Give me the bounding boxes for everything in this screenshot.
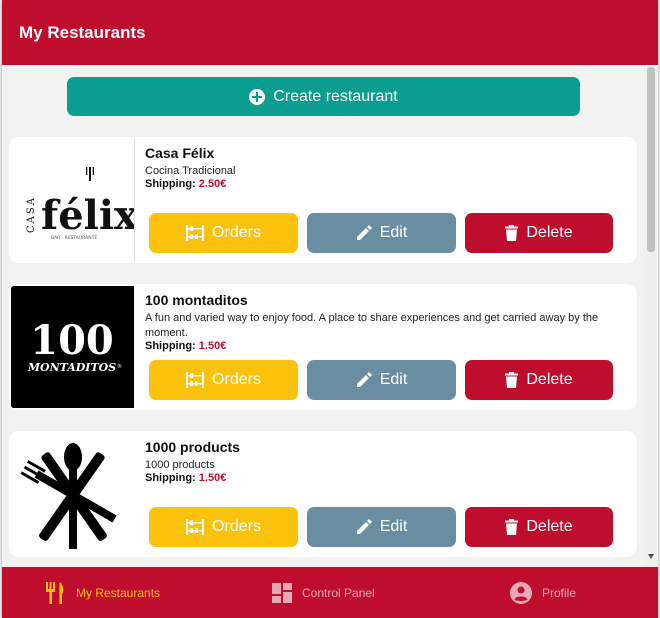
bottom-tab-bar: My Restaurants Control Panel Profile bbox=[2, 567, 658, 618]
svg-text:BAR · RESTAURANTE: BAR · RESTAURANTE bbox=[51, 235, 97, 241]
delete-label: Delete bbox=[526, 371, 573, 388]
shipping-cost: Shipping: 1.50€ bbox=[145, 340, 226, 352]
orders-label: Orders bbox=[212, 371, 261, 388]
shipping-price: 1.50€ bbox=[198, 472, 227, 484]
trash-icon bbox=[505, 225, 519, 241]
scrollbar-thumb[interactable] bbox=[647, 67, 655, 252]
shipping-cost: Shipping: 2.50€ bbox=[145, 178, 226, 190]
restaurant-logo bbox=[11, 433, 134, 555]
svg-text:MONTADITOS: MONTADITOS bbox=[27, 361, 116, 374]
svg-text:félix: félix bbox=[41, 192, 134, 239]
100-montaditos-logo: 100 MONTADITOS ® bbox=[11, 286, 134, 408]
trash-icon bbox=[505, 519, 519, 535]
add-circle-icon bbox=[249, 88, 266, 105]
delete-label: Delete bbox=[526, 518, 573, 535]
orders-button[interactable]: Orders bbox=[149, 507, 298, 547]
pencil-icon bbox=[356, 519, 372, 534]
pencil-icon bbox=[356, 225, 372, 240]
account-circle-icon bbox=[510, 581, 532, 604]
tab-my-restaurants[interactable]: My Restaurants bbox=[46, 567, 160, 618]
restaurant-card: 100 MONTADITOS ® 100 montaditos A fun an… bbox=[9, 284, 637, 410]
delete-label: Delete bbox=[526, 224, 573, 241]
restaurant-description: Cocina Tradicional bbox=[145, 165, 236, 177]
restaurant-description: A fun and varied way to enjoy food. A pl… bbox=[145, 312, 599, 339]
app-window: My Restaurants Create restaurant CASA fé… bbox=[2, 0, 658, 618]
orders-button[interactable]: Orders bbox=[149, 213, 298, 253]
tab-control-panel[interactable]: Control Panel bbox=[272, 567, 375, 618]
edit-button[interactable]: Edit bbox=[307, 213, 456, 253]
delete-button[interactable]: Delete bbox=[465, 213, 613, 253]
restaurant-card: 1000 products 1000 products Shipping: 1.… bbox=[9, 431, 637, 557]
restaurant-card: CASA félix BAR · RESTAURANTE Casa Félix … bbox=[9, 137, 637, 263]
abacus-icon bbox=[186, 519, 205, 535]
restaurant-list-content: Create restaurant CASA félix BAR · RESTA… bbox=[2, 65, 658, 567]
edit-label: Edit bbox=[379, 518, 408, 535]
delete-button[interactable]: Delete bbox=[465, 360, 613, 400]
app-header: My Restaurants bbox=[2, 0, 658, 65]
edit-button[interactable]: Edit bbox=[307, 507, 456, 547]
restaurant-logo: 100 MONTADITOS ® bbox=[11, 286, 134, 408]
tab-profile[interactable]: Profile bbox=[510, 567, 576, 618]
scroll-down-arrow-icon[interactable] bbox=[648, 554, 654, 559]
shipping-label: Shipping: bbox=[145, 178, 196, 190]
abacus-icon bbox=[186, 225, 205, 241]
shipping-price: 1.50€ bbox=[198, 340, 227, 352]
create-restaurant-label: Create restaurant bbox=[273, 87, 398, 105]
restaurant-name: 100 montaditos bbox=[145, 292, 248, 308]
svg-text:®: ® bbox=[117, 363, 122, 370]
abacus-icon bbox=[186, 372, 205, 388]
restaurant-name: 1000 products bbox=[145, 439, 240, 455]
restaurant-description: 1000 products bbox=[145, 459, 215, 471]
shipping-label: Shipping: bbox=[145, 472, 196, 484]
restaurant-name: Casa Félix bbox=[145, 145, 215, 161]
fork-knife-icon bbox=[46, 581, 64, 604]
orders-button[interactable]: Orders bbox=[149, 360, 298, 400]
svg-text:100: 100 bbox=[30, 317, 114, 364]
shipping-price: 2.50€ bbox=[198, 178, 227, 190]
trash-icon bbox=[505, 372, 519, 388]
fork-knife-spoon-icon bbox=[11, 433, 134, 555]
dashboard-icon bbox=[272, 582, 292, 603]
vertical-scrollbar[interactable] bbox=[645, 65, 658, 567]
edit-label: Edit bbox=[379, 371, 408, 388]
delete-button[interactable]: Delete bbox=[465, 507, 613, 547]
page-title: My Restaurants bbox=[19, 23, 146, 42]
pencil-icon bbox=[356, 372, 372, 387]
shipping-cost: Shipping: 1.50€ bbox=[145, 472, 226, 484]
create-restaurant-button[interactable]: Create restaurant bbox=[67, 77, 580, 116]
tab-label: My Restaurants bbox=[76, 585, 161, 600]
orders-label: Orders bbox=[212, 518, 261, 535]
restaurant-logo: CASA félix BAR · RESTAURANTE bbox=[11, 139, 135, 261]
shipping-label: Shipping: bbox=[145, 340, 196, 352]
tab-label: Profile bbox=[542, 585, 577, 600]
svg-text:CASA: CASA bbox=[26, 196, 37, 233]
edit-button[interactable]: Edit bbox=[307, 360, 456, 400]
casa-felix-logo: CASA félix BAR · RESTAURANTE bbox=[11, 139, 134, 261]
tab-label: Control Panel bbox=[302, 585, 375, 600]
edit-label: Edit bbox=[379, 224, 408, 241]
orders-label: Orders bbox=[212, 224, 261, 241]
